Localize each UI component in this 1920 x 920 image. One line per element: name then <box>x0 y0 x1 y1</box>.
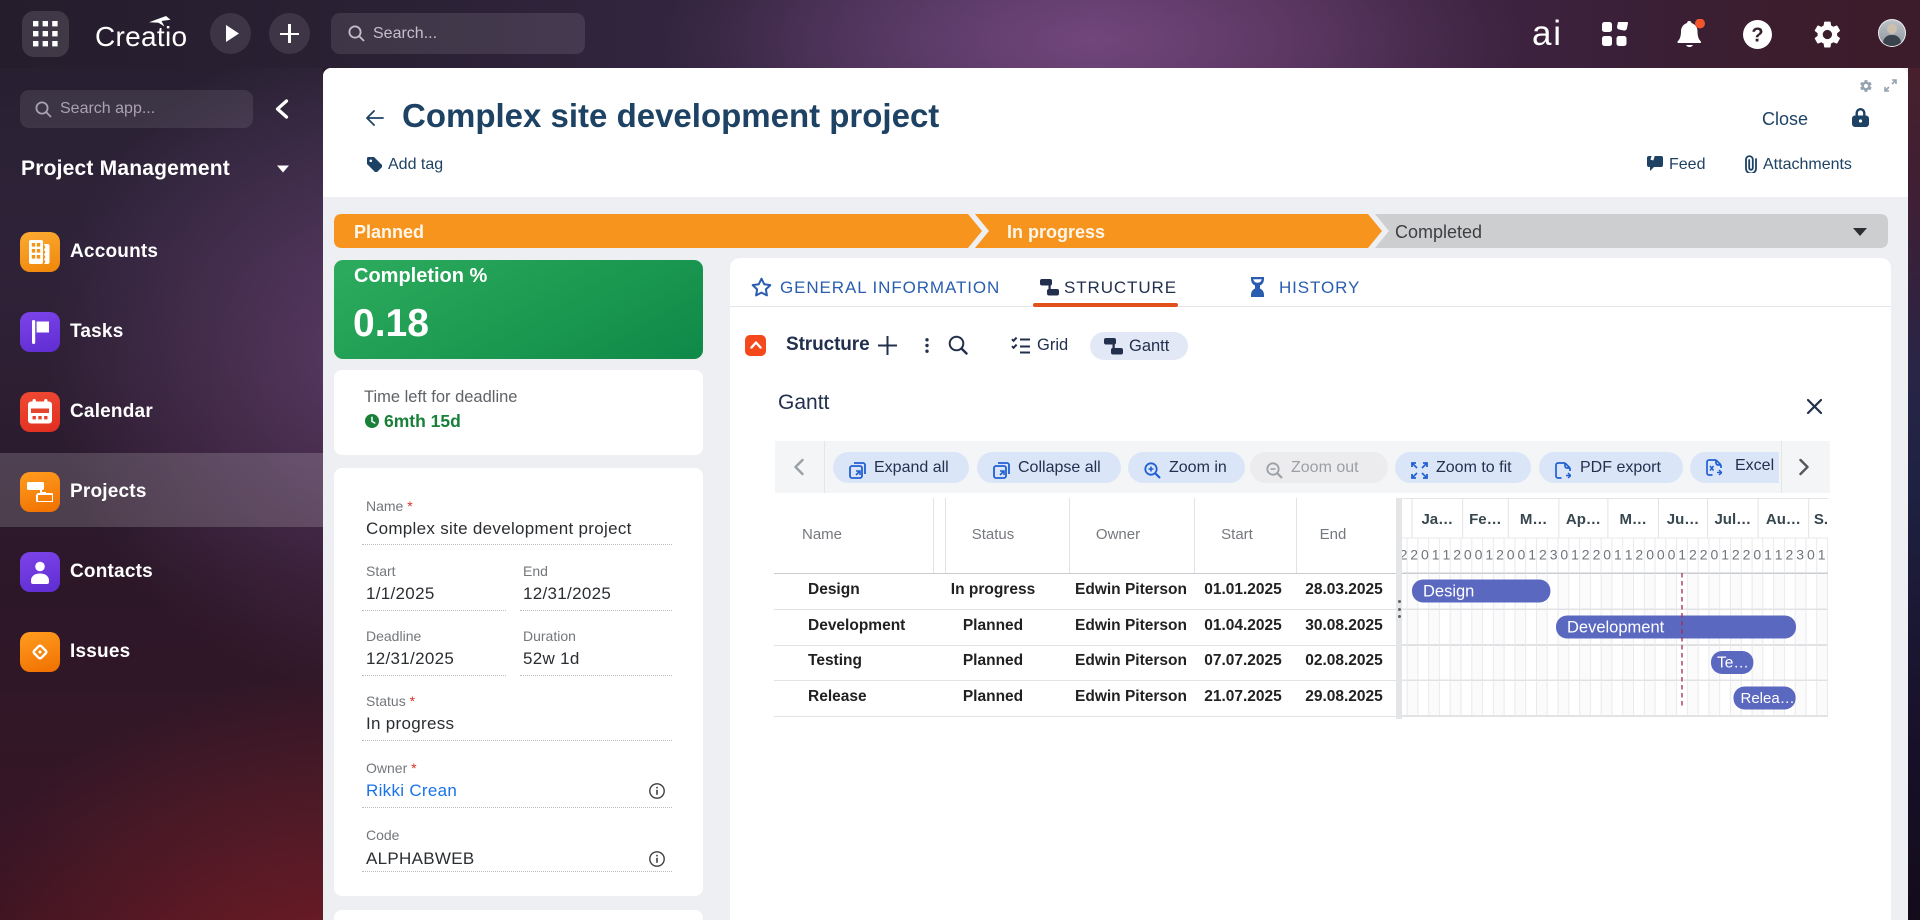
svg-text:S.: S. <box>1814 511 1828 528</box>
svg-text:0: 0 <box>1560 547 1568 563</box>
svg-text:2: 2 <box>1410 547 1418 563</box>
svg-text:1: 1 <box>1614 547 1622 563</box>
svg-text:0: 0 <box>1711 547 1719 563</box>
svg-text:2: 2 <box>1700 547 1708 563</box>
svg-text:Jul…: Jul… <box>1714 511 1751 528</box>
svg-text:1: 1 <box>1443 547 1451 563</box>
svg-text:2: 2 <box>1496 547 1504 563</box>
svg-text:Development: Development <box>1567 619 1665 637</box>
svg-text:?: ? <box>1751 25 1763 47</box>
svg-text:3: 3 <box>1796 547 1804 563</box>
svg-text:2: 2 <box>1689 547 1697 563</box>
svg-text:Planned: Planned <box>354 222 424 242</box>
svg-text:1: 1 <box>1432 547 1440 563</box>
svg-text:0: 0 <box>1421 547 1429 563</box>
svg-text:0: 0 <box>1464 547 1472 563</box>
svg-text:1: 1 <box>1571 547 1579 563</box>
svg-text:Relea…: Relea… <box>1741 690 1795 707</box>
svg-text:2: 2 <box>1539 547 1547 563</box>
svg-text:0: 0 <box>1657 547 1665 563</box>
svg-text:1: 1 <box>1818 547 1826 563</box>
svg-text:2: 2 <box>1402 547 1408 563</box>
svg-text:1: 1 <box>1625 547 1633 563</box>
svg-text:Te…: Te… <box>1717 655 1749 672</box>
svg-text:0: 0 <box>1507 547 1515 563</box>
svg-text:0: 0 <box>1668 547 1676 563</box>
svg-text:1: 1 <box>1528 547 1536 563</box>
svg-text:2: 2 <box>1582 547 1590 563</box>
svg-text:0: 0 <box>1475 547 1483 563</box>
svg-text:0: 0 <box>1807 547 1815 563</box>
svg-text:0: 0 <box>1646 547 1654 563</box>
svg-text:Design: Design <box>1423 583 1474 601</box>
svg-text:0: 0 <box>1753 547 1761 563</box>
svg-text:1: 1 <box>1721 547 1729 563</box>
svg-text:2: 2 <box>1786 547 1794 563</box>
svg-text:0: 0 <box>1518 547 1526 563</box>
svg-text:Au…: Au… <box>1766 511 1801 528</box>
svg-text:1: 1 <box>1764 547 1772 563</box>
svg-text:0: 0 <box>1603 547 1611 563</box>
svg-text:3: 3 <box>1550 547 1558 563</box>
svg-text:2: 2 <box>1453 547 1461 563</box>
svg-text:2: 2 <box>1743 547 1751 563</box>
svg-text:1: 1 <box>1485 547 1493 563</box>
svg-text:1: 1 <box>1775 547 1783 563</box>
svg-text:2: 2 <box>1593 547 1601 563</box>
svg-text:Ju…: Ju… <box>1667 511 1700 528</box>
svg-text:2: 2 <box>1635 547 1643 563</box>
svg-text:In progress: In progress <box>1007 222 1105 242</box>
svg-text:1: 1 <box>1678 547 1686 563</box>
svg-text:Ja…: Ja… <box>1421 511 1453 528</box>
svg-text:M…: M… <box>1619 511 1647 528</box>
svg-text:M…: M… <box>1520 511 1548 528</box>
svg-text:Ap…: Ap… <box>1566 511 1601 528</box>
svg-text:Fe…: Fe… <box>1469 511 1502 528</box>
svg-text:2: 2 <box>1732 547 1740 563</box>
svg-text:Completed: Completed <box>1395 222 1482 242</box>
